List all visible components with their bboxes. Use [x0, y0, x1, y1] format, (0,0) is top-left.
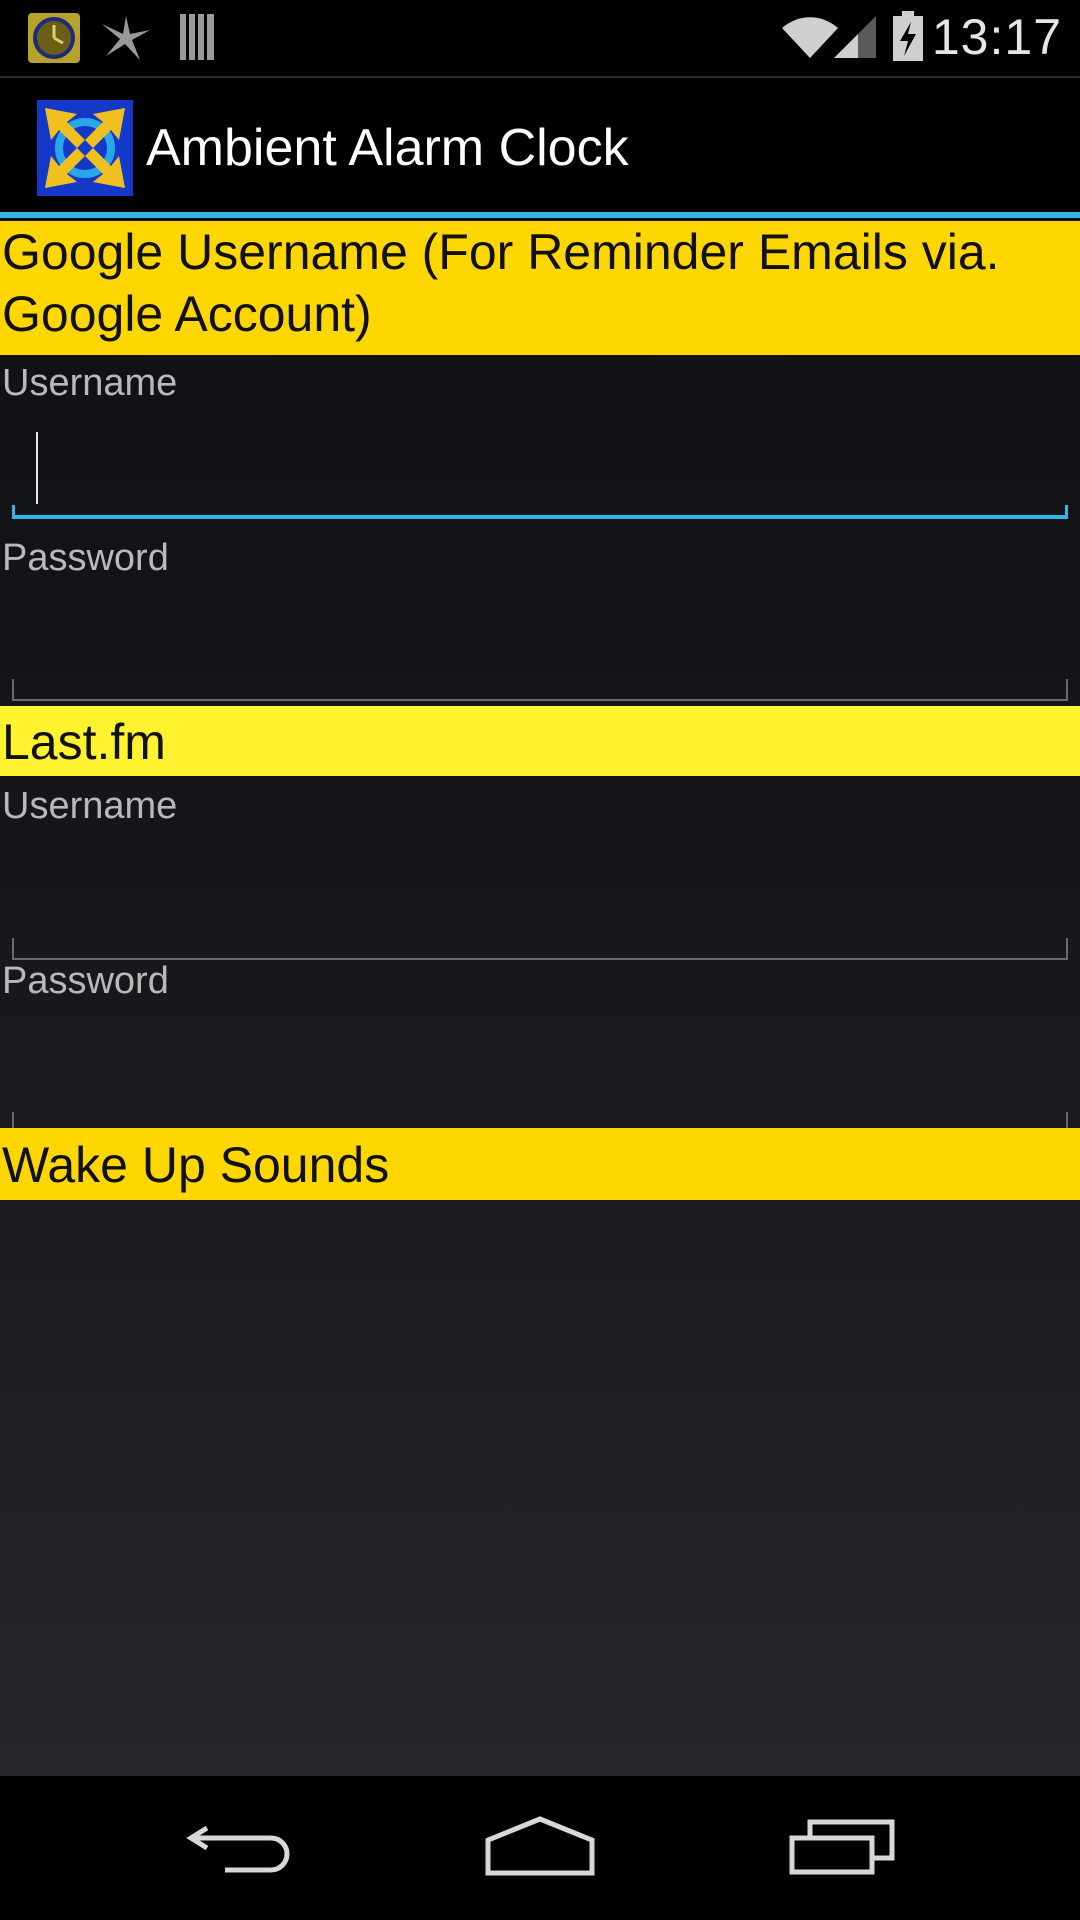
recent-apps-button[interactable]	[743, 1776, 943, 1920]
google-username-underline	[12, 505, 1068, 519]
screen: 13:17 Ambient Alarm Clock Google Usernam…	[0, 0, 1080, 1920]
lastfm-username-label: Username	[2, 785, 178, 827]
lastfm-password-input[interactable]	[12, 1021, 1072, 1083]
text-cursor	[36, 432, 38, 504]
home-icon	[485, 1815, 595, 1881]
battery-charging-icon	[892, 10, 924, 67]
google-username-input[interactable]	[12, 424, 1072, 486]
settings-list: Google Username (For Reminder Emails via…	[0, 218, 1080, 1776]
alarm-clock-app-icon[interactable]	[27, 12, 81, 69]
lastfm-username-input[interactable]	[12, 846, 1072, 908]
app-logo-icon[interactable]	[37, 100, 133, 196]
back-icon	[185, 1816, 295, 1881]
section-header-lastfm: Last.fm	[0, 706, 1080, 776]
app-title: Ambient Alarm Clock	[146, 119, 629, 177]
ninja-star-icon[interactable]	[98, 12, 154, 69]
section-header-google: Google Username (For Reminder Emails via…	[0, 221, 1080, 355]
google-password-label: Password	[2, 537, 169, 579]
lastfm-password-label: Password	[2, 960, 169, 1002]
lastfm-username-underline	[12, 938, 1068, 960]
action-bar: Ambient Alarm Clock	[0, 78, 1080, 214]
google-username-label: Username	[2, 362, 178, 404]
wifi-icon	[780, 14, 840, 65]
barcode-bars-icon[interactable]	[178, 12, 218, 67]
navigation-bar	[0, 1776, 1080, 1920]
section-header-wake-up-sounds[interactable]: Wake Up Sounds	[0, 1128, 1080, 1200]
google-password-input[interactable]	[12, 598, 1072, 660]
recent-apps-icon	[788, 1816, 898, 1881]
status-bar-time: 13:17	[931, 9, 1062, 65]
cell-signal-icon	[832, 14, 878, 65]
back-button[interactable]	[140, 1776, 340, 1920]
home-button[interactable]	[440, 1776, 640, 1920]
status-bar: 13:17	[0, 0, 1080, 78]
google-password-underline	[12, 679, 1068, 701]
